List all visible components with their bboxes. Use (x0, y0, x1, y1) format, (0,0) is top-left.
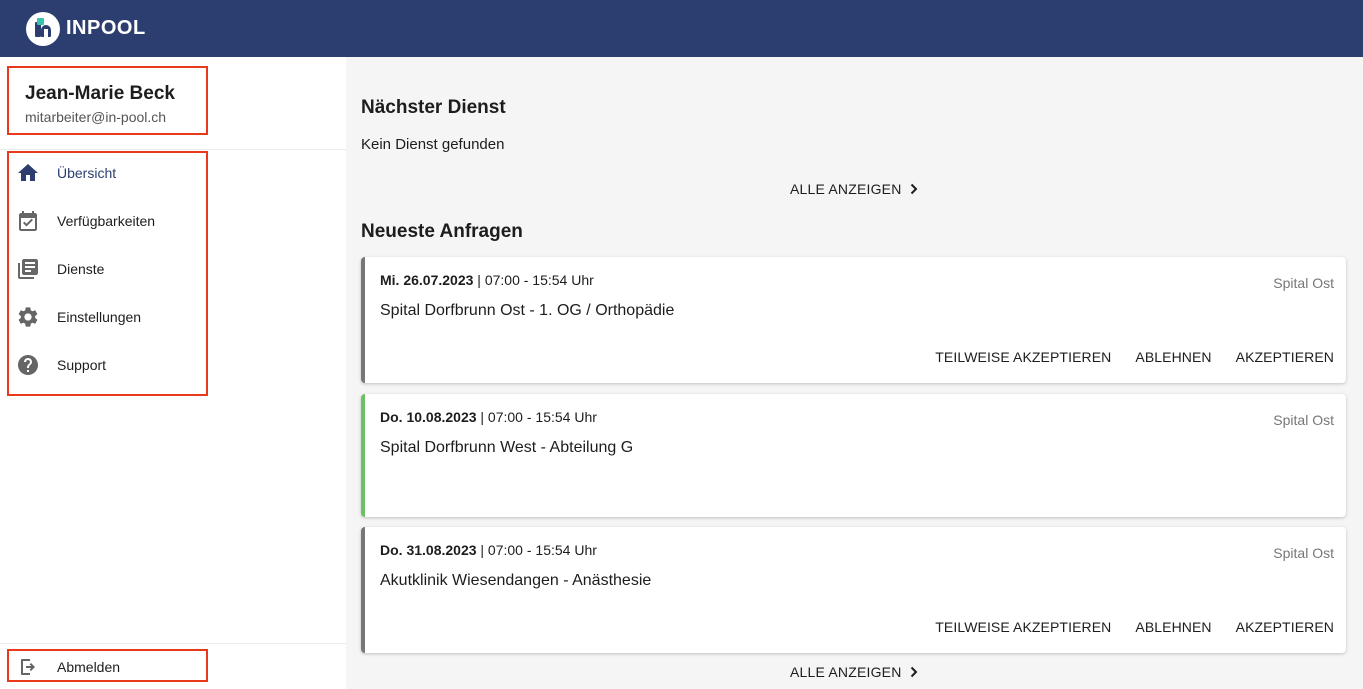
request-card: Do. 10.08.2023 | 07:00 - 15:54 Uhr Spita… (361, 394, 1346, 517)
request-time: | 07:00 - 15:54 Uhr (476, 542, 597, 558)
request-organization: Spital Ost (1273, 275, 1334, 291)
decline-button[interactable]: ABLEHNEN (1135, 619, 1211, 635)
request-date: Do. 31.08.2023 (380, 542, 477, 558)
request-datetime: Do. 31.08.2023 | 07:00 - 15:54 Uhr (380, 542, 597, 558)
sidebar-divider (0, 643, 346, 644)
show-all-shifts-button[interactable]: ALLE ANZEIGEN (790, 181, 920, 197)
calendar-check-icon (19, 211, 37, 231)
chevron-right-icon (910, 666, 917, 678)
next-shift-title: Nächster Dienst (361, 97, 506, 118)
request-actions: TEILWEISE AKZEPTIEREN ABLEHNEN AKZEPTIER… (935, 619, 1334, 635)
sidebar-item-dienste[interactable]: Dienste (16, 254, 104, 284)
request-card: Do. 31.08.2023 | 07:00 - 15:54 Uhr Spita… (361, 527, 1346, 653)
help-circle-icon (18, 355, 38, 375)
logout-icon (21, 659, 35, 675)
request-actions: TEILWEISE AKZEPTIEREN ABLEHNEN AKZEPTIER… (935, 349, 1334, 365)
brand-name: INPOOL (66, 17, 146, 39)
request-organization: Spital Ost (1273, 545, 1334, 561)
accept-button[interactable]: AKZEPTIEREN (1236, 619, 1334, 635)
request-location: Akutklinik Wiesendangen - Anästhesie (380, 572, 652, 589)
request-date: Mi. 26.07.2023 (380, 272, 474, 288)
home-icon (18, 164, 38, 181)
user-profile: Jean-Marie Beck mitarbeiter@in-pool.ch (7, 66, 208, 135)
library-books-icon (18, 259, 38, 279)
sidebar-item-label: Übersicht (57, 165, 117, 181)
app-header: INPOOL (0, 0, 1363, 57)
sidebar-item-label: Verfügbarkeiten (57, 213, 156, 229)
partial-accept-button[interactable]: TEILWEISE AKZEPTIEREN (935, 349, 1111, 365)
request-time: | 07:00 - 15:54 Uhr (473, 272, 594, 288)
show-all-requests-button[interactable]: ALLE ANZEIGEN (790, 664, 920, 680)
user-email: mitarbeiter@in-pool.ch (25, 109, 167, 125)
next-shift-empty-text: Kein Dienst gefunden (361, 136, 505, 153)
user-name: Jean-Marie Beck (25, 83, 175, 104)
request-datetime: Mi. 26.07.2023 | 07:00 - 15:54 Uhr (380, 272, 594, 288)
sidebar-item-label: Einstellungen (57, 309, 142, 325)
accept-button[interactable]: AKZEPTIEREN (1236, 349, 1334, 365)
request-datetime: Do. 10.08.2023 | 07:00 - 15:54 Uhr (380, 409, 597, 425)
partial-accept-button[interactable]: TEILWEISE AKZEPTIEREN (935, 619, 1111, 635)
request-location: Spital Dorfbrunn Ost - 1. OG / Orthopädi… (380, 302, 675, 319)
requests-title: Neueste Anfragen (361, 221, 523, 242)
sidebar-item-einstellungen[interactable]: Einstellungen (16, 302, 141, 332)
sidebar-divider (0, 149, 346, 150)
request-date: Do. 10.08.2023 (380, 409, 477, 425)
sidebar-item-label: Support (57, 357, 107, 373)
request-time: | 07:00 - 15:54 Uhr (476, 409, 597, 425)
gear-icon (18, 307, 38, 327)
sidebar-item-label: Dienste (57, 261, 105, 277)
logout-button[interactable]: Abmelden (16, 652, 120, 682)
logout-label: Abmelden (57, 659, 121, 675)
sidebar: Jean-Marie Beck mitarbeiter@in-pool.ch Ü… (0, 57, 346, 689)
sidebar-item-uebersicht[interactable]: Übersicht (16, 158, 116, 188)
request-organization: Spital Ost (1273, 412, 1334, 428)
sidebar-item-verfuegbarkeiten[interactable]: Verfügbarkeiten (16, 206, 155, 236)
sidebar-item-support[interactable]: Support (16, 350, 106, 380)
show-all-label: ALLE ANZEIGEN (790, 664, 902, 680)
decline-button[interactable]: ABLEHNEN (1135, 349, 1211, 365)
request-location: Spital Dorfbrunn West - Abteilung G (380, 439, 634, 456)
request-card: Mi. 26.07.2023 | 07:00 - 15:54 Uhr Spita… (361, 257, 1346, 383)
main-content: Nächster Dienst Kein Dienst gefunden ALL… (346, 57, 1363, 689)
chevron-right-icon (910, 183, 917, 195)
inpool-logo-icon[interactable] (26, 11, 60, 46)
show-all-label: ALLE ANZEIGEN (790, 181, 902, 197)
